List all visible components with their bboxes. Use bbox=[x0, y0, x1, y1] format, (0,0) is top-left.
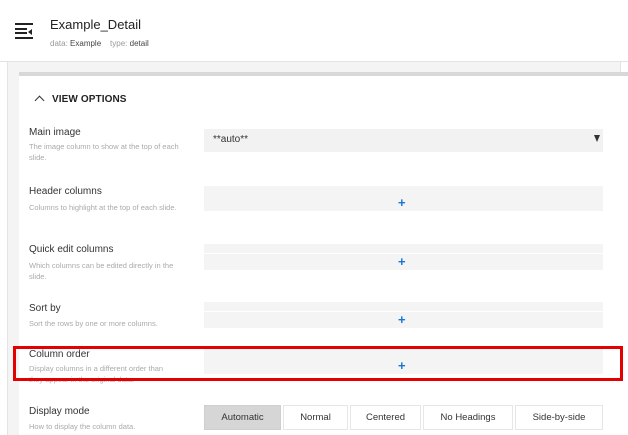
view-meta: data: Example type: detail bbox=[50, 39, 149, 48]
plus-icon: + bbox=[398, 254, 406, 269]
quick-edit-help: Which columns can be edited directly in … bbox=[29, 261, 174, 281]
display-mode-centered[interactable]: Centered bbox=[350, 405, 421, 430]
data-label: data: bbox=[50, 39, 68, 48]
view-list-icon bbox=[15, 23, 33, 39]
display-mode-side-by-side[interactable]: Side-by-side bbox=[515, 405, 603, 430]
main-image-help: The image column to show at the top of e… bbox=[29, 142, 179, 162]
sort-by-add-button[interactable]: + bbox=[204, 312, 603, 328]
sort-by-list bbox=[204, 302, 603, 311]
type-label: type: bbox=[110, 39, 128, 48]
plus-icon: + bbox=[398, 312, 406, 327]
view-header: Example_Detail data: Example type: detai… bbox=[0, 0, 628, 62]
sort-by-help: Sort the rows by one or more columns. bbox=[29, 319, 158, 328]
caret-down-icon bbox=[594, 135, 600, 142]
main-image-select[interactable]: **auto** bbox=[204, 129, 603, 152]
header-columns-help: Columns to highlight at the top of each … bbox=[29, 203, 177, 212]
quick-edit-add-button[interactable]: + bbox=[204, 254, 603, 270]
header-columns-list bbox=[204, 186, 603, 195]
main-image-value: **auto** bbox=[213, 134, 249, 145]
type-value: detail bbox=[129, 39, 149, 48]
header-columns-add-button[interactable]: + bbox=[204, 195, 603, 211]
display-mode-automatic[interactable]: Automatic bbox=[204, 405, 281, 430]
section-title[interactable]: VIEW OPTIONS bbox=[52, 94, 127, 105]
display-mode-help: How to display the column data. bbox=[29, 422, 136, 431]
quick-edit-list bbox=[204, 244, 603, 253]
sort-by-label: Sort by bbox=[29, 303, 61, 314]
display-mode-no-headings[interactable]: No Headings bbox=[423, 405, 513, 430]
display-mode-normal[interactable]: Normal bbox=[283, 405, 348, 430]
display-mode-label: Display mode bbox=[29, 406, 90, 417]
highlight-box bbox=[13, 346, 623, 381]
plus-icon: + bbox=[398, 195, 406, 210]
header-columns-label: Header columns bbox=[29, 186, 102, 197]
quick-edit-label: Quick edit columns bbox=[29, 244, 114, 255]
main-image-label: Main image bbox=[29, 127, 81, 138]
view-title: Example_Detail bbox=[50, 17, 142, 32]
data-value: Example bbox=[70, 39, 102, 48]
